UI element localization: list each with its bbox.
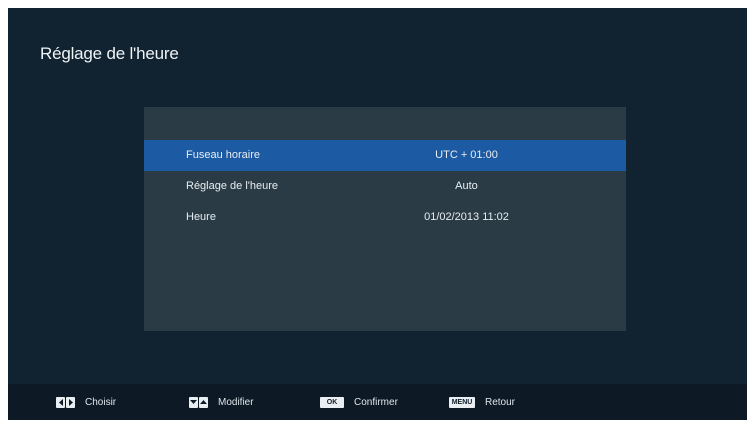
key-hint-bar: Choisir Modifier OK Confirmer MENU Retou…	[8, 384, 747, 420]
hint-back: MENU Retour	[449, 395, 515, 409]
hint-modify: Modifier	[189, 395, 254, 409]
setting-label: Fuseau horaire	[186, 149, 260, 161]
menu-key: MENU	[449, 396, 476, 408]
left-right-keys	[56, 396, 76, 408]
hint-choose: Choisir	[56, 395, 116, 409]
hint-label: Choisir	[85, 396, 117, 408]
up-arrow-icon	[199, 396, 208, 408]
setting-label: Réglage de l'heure	[186, 180, 279, 192]
setting-value: Auto	[455, 180, 478, 192]
setting-value: 01/02/2013 11:02	[424, 211, 509, 223]
hint-label: Modifier	[218, 396, 254, 408]
settings-panel: Fuseau horaire UTC + 01:00 Réglage de l'…	[144, 107, 626, 331]
setting-label: Heure	[186, 211, 216, 223]
setting-row-timezone[interactable]: Fuseau horaire UTC + 01:00	[144, 140, 626, 171]
hint-label: Retour	[485, 396, 516, 408]
menu-key-cap: MENU	[449, 396, 475, 408]
hint-label: Confirmer	[354, 396, 398, 408]
setting-row-time-mode[interactable]: Réglage de l'heure Auto	[144, 171, 626, 202]
setting-row-time[interactable]: Heure 01/02/2013 11:02	[144, 202, 626, 233]
right-arrow-icon	[66, 396, 75, 408]
page-title: Réglage de l'heure	[40, 44, 179, 63]
hint-confirm: OK Confirmer	[320, 395, 398, 409]
up-down-keys	[189, 396, 209, 408]
left-arrow-icon	[56, 396, 65, 408]
tv-settings-screen: Réglage de l'heure Fuseau horaire UTC + …	[8, 8, 747, 420]
setting-value: UTC + 01:00	[435, 149, 498, 161]
ok-key-cap: OK	[320, 396, 344, 408]
ok-key: OK	[320, 396, 345, 408]
down-arrow-icon	[189, 396, 198, 408]
